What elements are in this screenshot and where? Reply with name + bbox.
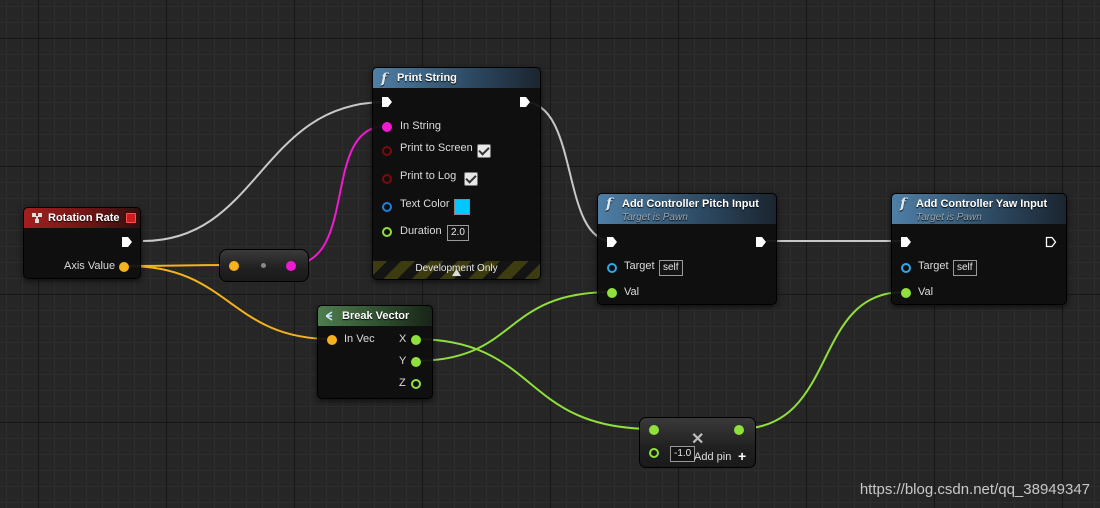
yaw-input-node[interactable]: f Add Controller Yaw Input Target is Paw…: [891, 193, 1067, 305]
val-label: Val: [918, 286, 934, 298]
watermark: https://blog.csdn.net/qq_38949347: [859, 481, 1090, 498]
multiply-value-input[interactable]: -1.0: [670, 446, 696, 462]
conversion-dot-icon: [261, 263, 266, 268]
pitch-input-subtitle: Target is Pawn: [622, 212, 688, 223]
print-to-screen-pin[interactable]: [382, 146, 392, 156]
output-delegate-icon[interactable]: [126, 213, 136, 223]
target-self-field[interactable]: self: [659, 260, 683, 276]
conversion-out-pin[interactable]: [286, 261, 296, 271]
break-vector-title: Break Vector: [342, 310, 410, 322]
input-axis-icon: [32, 213, 42, 223]
exec-wire-rotation-to-print[interactable]: [142, 101, 387, 242]
break-vector-node[interactable]: Break Vector In Vec X Y Z: [317, 305, 433, 399]
in-vec-pin[interactable]: [327, 335, 337, 345]
multiply-in-b-pin[interactable]: [649, 448, 659, 458]
duration-pin[interactable]: [382, 227, 392, 237]
in-string-pin[interactable]: [382, 122, 392, 132]
target-self-field[interactable]: self: [953, 260, 977, 276]
vector-wire-y-to-pitch-val[interactable]: [413, 291, 613, 362]
val-label: Val: [624, 286, 640, 298]
conversion-in-pin[interactable]: [229, 261, 239, 271]
exec-out-pin[interactable]: [755, 236, 767, 248]
rotation-rate-node[interactable]: Rotation Rate Axis Value: [23, 207, 141, 279]
print-to-screen-checkbox[interactable]: [477, 144, 491, 158]
multiply-node[interactable]: ✕ -1.0 Add pin +: [639, 417, 756, 468]
z-label: Z: [399, 377, 406, 389]
multiply-out-pin[interactable]: [734, 425, 744, 435]
exec-in-pin[interactable]: [606, 236, 618, 248]
rotation-rate-header[interactable]: Rotation Rate: [24, 208, 140, 228]
text-color-label: Text Color: [400, 198, 450, 210]
print-string-title: Print String: [397, 72, 457, 84]
add-pin-plus-icon[interactable]: +: [738, 448, 746, 464]
duration-input[interactable]: 2.0: [447, 225, 469, 241]
text-color-pin[interactable]: [382, 202, 392, 212]
x-label: X: [399, 333, 407, 345]
break-vector-header[interactable]: Break Vector: [318, 306, 432, 326]
x-pin[interactable]: [411, 335, 421, 345]
function-icon: f: [900, 196, 907, 212]
z-pin[interactable]: [411, 379, 421, 389]
print-to-screen-label: Print to Screen: [400, 142, 473, 154]
yaw-input-title: Add Controller Yaw Input: [916, 198, 1048, 210]
vector-wire-multiply-to-yaw-val[interactable]: [737, 291, 905, 430]
target-label: Target: [624, 260, 655, 272]
y-pin[interactable]: [411, 357, 421, 367]
float-to-string-conversion-node[interactable]: [219, 249, 309, 282]
rotation-rate-title: Rotation Rate: [48, 212, 120, 224]
pitch-input-title: Add Controller Pitch Input: [622, 198, 759, 210]
print-string-header[interactable]: f Print String: [373, 68, 540, 88]
exec-in-pin[interactable]: [900, 236, 912, 248]
val-pin[interactable]: [901, 288, 911, 298]
function-icon: f: [606, 196, 613, 212]
text-color-swatch[interactable]: [454, 199, 470, 215]
duration-label: Duration: [400, 225, 442, 237]
break-struct-icon: [326, 311, 333, 321]
print-to-log-pin[interactable]: [382, 174, 392, 184]
in-string-label: In String: [400, 120, 441, 132]
axis-value-label: Axis Value: [64, 260, 116, 272]
exec-out-pin[interactable]: [519, 96, 531, 108]
exec-in-pin[interactable]: [381, 96, 393, 108]
axis-value-pin[interactable]: [119, 262, 129, 272]
pitch-input-header[interactable]: f Add Controller Pitch Input Target is P…: [598, 194, 776, 224]
pitch-input-node[interactable]: f Add Controller Pitch Input Target is P…: [597, 193, 777, 305]
yaw-input-subtitle: Target is Pawn: [916, 212, 982, 223]
y-label: Y: [399, 355, 407, 367]
print-to-log-label: Print to Log: [400, 170, 457, 182]
expand-arrow-icon[interactable]: [452, 269, 461, 276]
add-pin-label[interactable]: Add pin: [694, 451, 731, 463]
print-to-log-checkbox[interactable]: [464, 172, 478, 186]
target-pin[interactable]: [607, 263, 617, 273]
yaw-input-header[interactable]: f Add Controller Yaw Input Target is Paw…: [892, 194, 1066, 224]
multiply-in-a-pin[interactable]: [649, 425, 659, 435]
target-label: Target: [918, 260, 949, 272]
exec-out-pin-unconnected[interactable]: [1045, 236, 1057, 248]
function-icon: f: [381, 71, 388, 87]
exec-out-pin[interactable]: [121, 236, 133, 248]
vector-wire-x-to-multiply[interactable]: [413, 338, 654, 430]
multiply-cross-icon: ✕: [691, 431, 705, 448]
val-pin[interactable]: [607, 288, 617, 298]
print-string-node[interactable]: f Print String In String Print to Screen…: [372, 67, 541, 280]
target-pin[interactable]: [901, 263, 911, 273]
in-vec-label: In Vec: [344, 333, 375, 345]
